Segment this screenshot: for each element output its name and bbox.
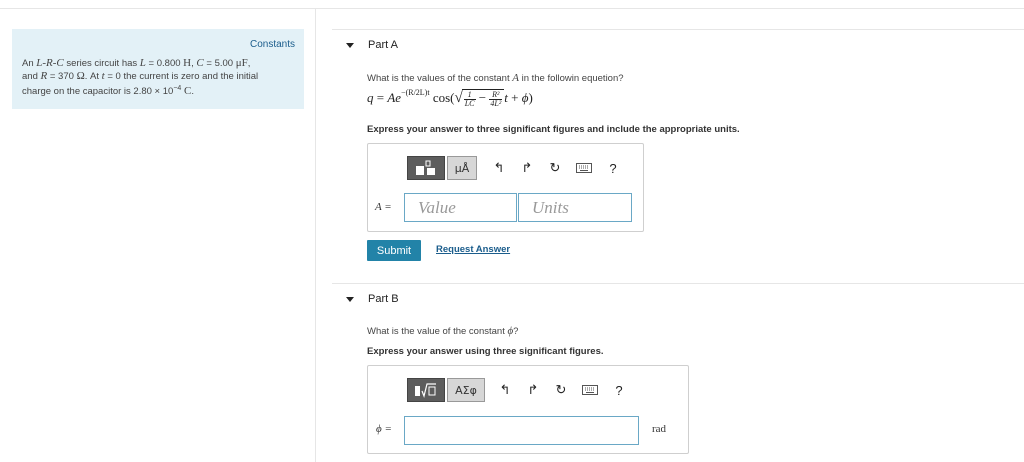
keyboard-shape: [582, 385, 598, 395]
eq-frac-2: R² 4L²: [489, 90, 503, 108]
part-b-answer-box: ΑΣφ ↰ ↱ ↻ ? ϕ =: [367, 365, 689, 454]
charge-unit: C: [181, 85, 192, 98]
request-answer-link[interactable]: Request Answer: [436, 244, 510, 255]
reset-icon[interactable]: ↻: [549, 378, 573, 402]
answer-b-label: ϕ =: [376, 423, 392, 435]
value-placeholder: Value: [418, 198, 456, 217]
top-divider: [0, 8, 1024, 9]
eq-ae: Ae: [387, 90, 402, 105]
part-b-toolbar: ΑΣφ ↰ ↱ ↻ ?: [407, 378, 631, 402]
part-b-question: What is the value of the constant ϕ?: [367, 325, 518, 337]
constants-text-part: ,: [247, 58, 251, 69]
constants-text-part: = 0 the current is zero and the initial: [104, 71, 259, 82]
redo-icon[interactable]: ↱: [515, 156, 539, 180]
column-divider: [315, 8, 316, 462]
part-a-label: Part A: [368, 39, 398, 51]
resistance-unit: Ω: [76, 70, 85, 82]
question-text: ?: [513, 326, 519, 337]
answer-b-symbol: ϕ =: [376, 423, 392, 435]
part-b-instruction: Express your answer using three signific…: [367, 346, 604, 357]
inductance-unit: H: [183, 57, 192, 69]
reset-icon[interactable]: ↻: [543, 156, 567, 180]
phi-unit: rad: [652, 423, 667, 435]
part-b-header[interactable]: Part B: [332, 283, 1024, 315]
templates-button[interactable]: [407, 378, 445, 402]
answer-a-symbol: A =: [375, 201, 392, 213]
collapse-caret-icon[interactable]: [346, 297, 354, 302]
units-placeholder: Units: [532, 198, 569, 217]
constants-title[interactable]: Constants: [250, 39, 295, 50]
part-a-answer-box: μÅ ↰ ↱ ↻ ? A = Value Units: [367, 143, 644, 232]
eq-cos: cos(: [429, 90, 455, 105]
inductance-value: = 0.800: [145, 58, 184, 69]
part-a-toolbar: μÅ ↰ ↱ ↻ ?: [407, 156, 625, 180]
capacitance-symbol: C: [196, 57, 204, 69]
constants-text-part: An: [22, 58, 37, 69]
question-variable: A: [512, 72, 519, 84]
keyboard-shape: [576, 163, 592, 173]
help-icon[interactable]: ?: [601, 156, 625, 180]
frac-1-den: LC: [464, 98, 475, 108]
constants-panel: Constants An L-R-C series circuit has L …: [12, 29, 304, 109]
phi-input[interactable]: [404, 416, 639, 445]
part-a-instruction: Express your answer to three significant…: [367, 124, 740, 135]
eq-close: ): [528, 90, 533, 105]
answer-a-label: A =: [375, 201, 392, 213]
eq-frac-1: 1 LC: [463, 90, 476, 108]
eq-exponent: −(R/2L)t: [401, 87, 430, 97]
submit-button[interactable]: Submit: [367, 240, 421, 261]
part-a-header[interactable]: Part A: [332, 29, 1024, 61]
constants-text-part: and: [22, 71, 41, 82]
constants-text-part: series circuit has: [63, 58, 140, 69]
templates-button[interactable]: [407, 156, 445, 180]
keyboard-icon[interactable]: [577, 378, 603, 402]
greek-button[interactable]: ΑΣφ: [447, 378, 485, 402]
eq-plus: +: [507, 90, 522, 105]
units-input[interactable]: Units: [518, 193, 632, 222]
part-a-question: What is the values of the constant A in …: [367, 72, 624, 84]
constants-text-part: . At: [84, 71, 102, 82]
templates-icon: [416, 160, 435, 175]
undo-icon[interactable]: ↰: [487, 156, 511, 180]
question-text: What is the value of the constant: [367, 326, 508, 337]
charge-value: charge on the capacitor is 2.80 × 10: [22, 86, 174, 98]
capacitance-unit: μF: [235, 57, 248, 69]
question-text: in the followin equetion?: [518, 73, 624, 84]
keyboard-icon[interactable]: [571, 156, 597, 180]
frac-2-den: 4L²: [490, 98, 502, 108]
units-button[interactable]: μÅ: [447, 156, 477, 180]
constants-text-part: .: [191, 86, 195, 98]
help-icon[interactable]: ?: [607, 378, 631, 402]
part-b-label: Part B: [368, 293, 399, 305]
eq-sqrt-body: 1 LC − R² 4L²: [461, 89, 505, 108]
constants-text: An L-R-C series circuit has L = 0.800 H,…: [22, 57, 292, 98]
question-text: What is the values of the constant: [367, 73, 513, 84]
undo-icon[interactable]: ↰: [493, 378, 517, 402]
eq-equals: =: [373, 90, 388, 105]
resistance-value: = 370: [47, 71, 77, 82]
sqrt-template-icon: [415, 383, 436, 398]
part-a-equation: q = Ae−(R/2L)t cos(√ 1 LC − R² 4L² t + ϕ): [367, 87, 533, 108]
circuit-type: L-R-C: [36, 57, 64, 69]
eq-minus: −: [475, 90, 490, 105]
capacitance-value: = 5.00: [203, 58, 236, 69]
redo-icon[interactable]: ↱: [521, 378, 545, 402]
collapse-caret-icon[interactable]: [346, 43, 354, 48]
value-input[interactable]: Value: [404, 193, 517, 222]
